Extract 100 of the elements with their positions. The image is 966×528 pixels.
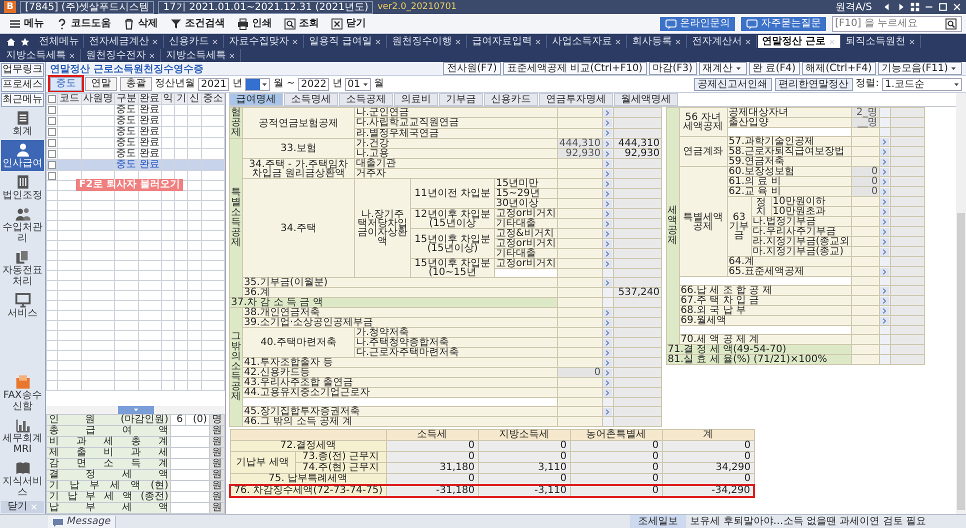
mode-tab[interactable]: 중도 bbox=[50, 77, 82, 91]
tab[interactable]: 소득명세 bbox=[284, 93, 338, 106]
checkbox[interactable] bbox=[48, 172, 56, 180]
help-link[interactable]: 온라인문의 bbox=[660, 16, 735, 30]
close-icon[interactable] bbox=[211, 38, 219, 46]
tab[interactable]: 소득공제 bbox=[339, 93, 393, 106]
close-icon[interactable] bbox=[228, 52, 236, 60]
action-button[interactable]: 해제(Ctrl+F4) bbox=[802, 62, 876, 75]
checkbox[interactable] bbox=[48, 128, 56, 136]
toolbar-button[interactable]: 닫기 bbox=[326, 16, 371, 32]
year-field[interactable]: 2021 bbox=[198, 78, 230, 90]
mode-tab[interactable]: 연말 bbox=[85, 77, 117, 91]
tab[interactable]: 전자계산서 bbox=[688, 35, 758, 48]
sidebar-item[interactable]: 인사급여 bbox=[1, 140, 44, 171]
employee-row[interactable]: 중도 완료 bbox=[46, 160, 224, 170]
person-icon bbox=[14, 142, 30, 158]
action-button[interactable]: 전사원(F7) bbox=[443, 62, 501, 75]
checkbox[interactable] bbox=[48, 106, 56, 114]
tab[interactable]: 전자세금계산 bbox=[85, 35, 164, 48]
tab[interactable]: 신용카드 bbox=[165, 35, 224, 48]
tab[interactable]: 원천징수이행 bbox=[388, 35, 468, 48]
input-field[interactable]: 92,930 bbox=[558, 148, 602, 158]
tab[interactable]: 연말정산 근로 bbox=[758, 35, 841, 48]
sidebar-item[interactable]: FAX송수신함 bbox=[1, 372, 44, 414]
tab[interactable]: 신용카드 bbox=[484, 93, 538, 106]
tab[interactable]: 일용직 급여일 bbox=[305, 35, 388, 48]
action-button[interactable]: 표준세액공제 비교(Ctrl+F10) bbox=[502, 62, 647, 75]
sidebar-item[interactable]: 회계 bbox=[1, 108, 44, 139]
sidebar-item[interactable]: 서비스 bbox=[1, 290, 44, 321]
star-icon[interactable] bbox=[20, 36, 30, 46]
close-icon[interactable] bbox=[908, 38, 916, 46]
summary-label: 결 정 세 액 bbox=[46, 470, 171, 480]
action-button[interactable]: 공제신고서인쇄 bbox=[694, 78, 772, 90]
employee-row[interactable]: 중도 완료 bbox=[46, 116, 224, 126]
input-field[interactable]: 2_명 bbox=[851, 108, 880, 118]
checkbox[interactable] bbox=[48, 95, 56, 103]
sidebar-link[interactable]: 최근메뉴 bbox=[1, 93, 44, 107]
mode-tab[interactable]: 총괄 bbox=[120, 77, 152, 91]
close-icon[interactable] bbox=[374, 38, 382, 46]
checkbox[interactable] bbox=[48, 161, 56, 169]
month-dropdown[interactable] bbox=[245, 78, 270, 90]
sidebar-item[interactable]: 자동전표처리 bbox=[1, 247, 44, 289]
action-button[interactable]: 기능모음(F11) bbox=[878, 62, 962, 75]
tab[interactable]: 의료비 bbox=[394, 93, 438, 106]
input-field[interactable]: 444,310 bbox=[558, 138, 602, 148]
year-field[interactable]: 2022 bbox=[298, 78, 330, 90]
message-tab[interactable]: Message bbox=[48, 516, 116, 528]
tab[interactable]: 기부금 bbox=[439, 93, 483, 106]
tab[interactable]: 전체메뉴 bbox=[35, 35, 84, 48]
checkbox[interactable] bbox=[48, 139, 56, 147]
close-icon[interactable] bbox=[674, 38, 682, 46]
tab[interactable]: 급여자료입력 bbox=[468, 35, 548, 48]
toolbar-button[interactable]: 조건검색 bbox=[165, 16, 230, 32]
collapse-handle[interactable] bbox=[118, 406, 154, 414]
home-icon[interactable] bbox=[6, 36, 16, 46]
tab[interactable]: 자료수집맞자 bbox=[225, 35, 304, 48]
search-field[interactable]: [F10] 을 누르세요 bbox=[832, 16, 962, 32]
grid-icon[interactable] bbox=[910, 2, 920, 12]
tab[interactable]: 회사등록 bbox=[628, 35, 688, 48]
toolbar-button[interactable]: 메뉴 bbox=[4, 16, 49, 32]
sort-dropdown[interactable]: 1.코드순 bbox=[882, 78, 962, 90]
action-button[interactable]: 재계산 bbox=[698, 62, 747, 75]
close-icon[interactable] bbox=[454, 38, 462, 46]
month-dropdown[interactable]: 01 bbox=[345, 78, 372, 90]
toolbar-button[interactable]: 삭제 bbox=[118, 16, 163, 32]
close-icon[interactable] bbox=[534, 38, 542, 46]
action-button[interactable]: 완 료(F4) bbox=[748, 62, 800, 75]
sidebar-item[interactable]: 수입처관리 bbox=[1, 204, 44, 246]
checkbox[interactable] bbox=[48, 150, 56, 158]
maximize-icon[interactable] bbox=[938, 2, 948, 12]
toolbar-button[interactable]: 조회 bbox=[279, 16, 324, 32]
close-icon[interactable] bbox=[614, 38, 622, 46]
tab[interactable]: 월세액명세 bbox=[614, 93, 678, 106]
action-button[interactable]: 마감(F3) bbox=[648, 62, 697, 75]
tab[interactable]: 퇴직소득원천 bbox=[842, 35, 921, 48]
news-headline[interactable]: 보유세 후퇴말아야…소득 없을땐 과세이연 검토 필요 bbox=[690, 516, 966, 528]
item-label: 64.계 bbox=[727, 256, 852, 266]
remote-support-link[interactable]: 원격A/S bbox=[835, 0, 872, 14]
tab[interactable]: 사업소득자료 bbox=[548, 35, 628, 48]
checkbox[interactable] bbox=[48, 117, 56, 125]
help-link[interactable]: 자주묻는질문 bbox=[741, 16, 826, 30]
close-icon[interactable] bbox=[291, 38, 299, 46]
sidebar-item[interactable]: 법인조정 bbox=[1, 172, 44, 203]
toolbar-button[interactable]: 인쇄 bbox=[232, 16, 277, 32]
employee-row[interactable]: 중도 완료 bbox=[46, 138, 224, 148]
close-icon[interactable] bbox=[151, 38, 159, 46]
sidebar-link[interactable]: 프로세스 bbox=[1, 78, 44, 92]
sidebar-link[interactable]: 업무링크 bbox=[1, 63, 44, 77]
close-icon[interactable] bbox=[744, 38, 752, 46]
close-icon[interactable] bbox=[68, 52, 76, 60]
action-button[interactable]: 편리한연말정산 bbox=[774, 78, 853, 90]
toolbar-button[interactable]: 코드도움 bbox=[51, 16, 116, 32]
employee-row[interactable]: 중도 완료 bbox=[46, 126, 224, 138]
tab[interactable]: 급여명세 bbox=[229, 93, 283, 106]
sidebar-item[interactable]: 지식서비스 bbox=[1, 458, 44, 500]
close-icon[interactable] bbox=[148, 52, 156, 60]
sidebar-item[interactable]: 세무회계MRI bbox=[1, 415, 44, 457]
employee-row[interactable]: 중도 완료 bbox=[46, 104, 224, 116]
tab[interactable]: 연금투자명세 bbox=[539, 93, 613, 106]
scrollbar[interactable] bbox=[956, 93, 966, 514]
